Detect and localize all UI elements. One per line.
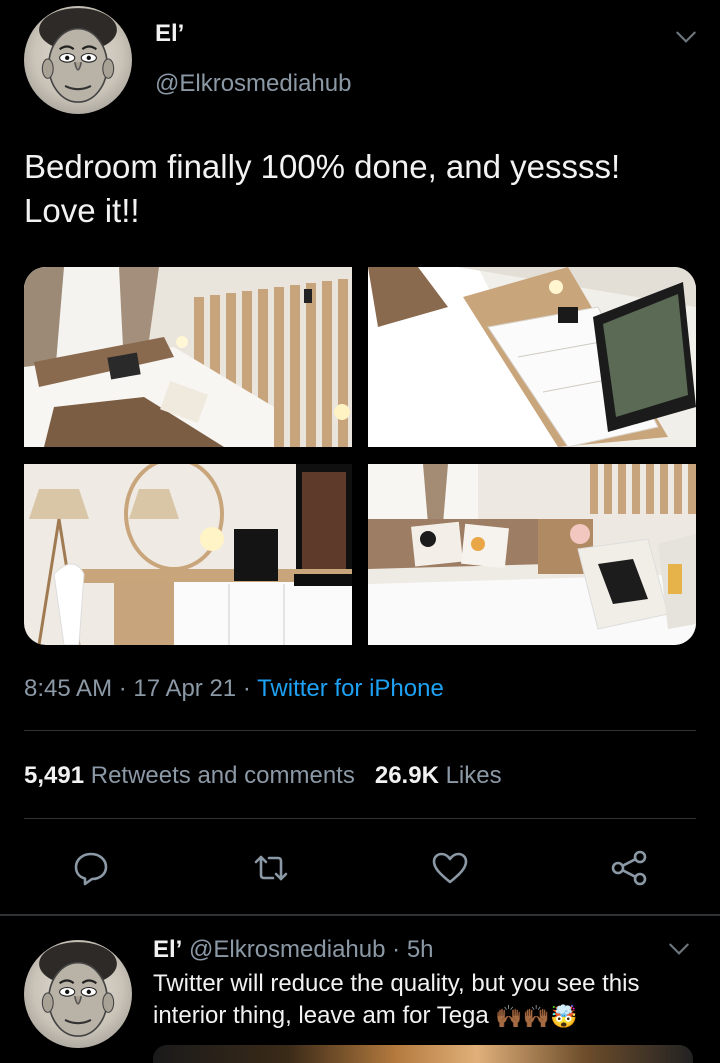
avatar-caricature-icon xyxy=(39,8,117,103)
likes-label: Likes xyxy=(445,762,502,789)
reply-age: 5h xyxy=(406,936,434,963)
heart-icon[interactable] xyxy=(430,848,470,888)
emoji-group: 🙌🏾🙌🏾🤯 xyxy=(495,1003,578,1029)
bedroom-photo-2[interactable] xyxy=(368,267,696,447)
share-icon[interactable] xyxy=(609,848,649,888)
main-tweet: El’ @Elkrosmediahub Bedroom finally 100%… xyxy=(0,0,720,915)
likes-stat[interactable]: 26.9K Likes xyxy=(375,762,502,789)
retweets-label: Retweets and comments xyxy=(90,762,355,789)
reply-text-line-content: interior thing, leave am for Tega xyxy=(153,1002,489,1029)
bedroom-photo-3[interactable] xyxy=(24,464,352,645)
retweet-icon[interactable] xyxy=(251,848,291,888)
bedroom-photo-1[interactable] xyxy=(24,267,352,447)
tweet-timestamp: 8:45 AM · 17 Apr 21 · Twitter for iPhone xyxy=(24,675,444,703)
bedroom-photo-4[interactable] xyxy=(368,464,696,645)
meta-separator: · xyxy=(118,675,127,702)
reply-header: El’ @Elkrosmediahub · 5h xyxy=(153,936,434,964)
reply-tweet[interactable]: El’ @Elkrosmediahub · 5h Twitter will re… xyxy=(0,916,720,1063)
tweet-text-line: Love it!! xyxy=(24,192,140,229)
display-name[interactable]: El’ xyxy=(155,20,184,48)
meta-separator: · xyxy=(392,936,401,963)
tweet-text-line: Bedroom finally 100% done, and yessss! xyxy=(24,148,621,185)
avatar-caricature-icon xyxy=(39,942,117,1037)
display-name[interactable]: El’ xyxy=(153,936,182,963)
user-handle[interactable]: @Elkrosmediahub xyxy=(155,70,351,98)
chevron-down-icon[interactable] xyxy=(666,936,692,962)
user-handle[interactable]: @Elkrosmediahub xyxy=(189,936,385,963)
tweet-time[interactable]: 8:45 AM xyxy=(24,675,112,702)
meta-separator: · xyxy=(242,675,251,702)
tweet-date[interactable]: 17 Apr 21 xyxy=(133,675,236,702)
tweet-text: Bedroom finally 100% done, and yessss! L… xyxy=(24,145,694,233)
chevron-down-icon[interactable] xyxy=(673,24,699,50)
reply-text: Twitter will reduce the quality, but you… xyxy=(153,968,693,1033)
divider xyxy=(24,818,696,819)
retweets-count: 5,491 xyxy=(24,762,85,789)
divider xyxy=(24,730,696,731)
media-grid xyxy=(24,267,696,645)
retweets-stat[interactable]: 5,491 Retweets and comments xyxy=(24,762,355,789)
likes-count: 26.9K xyxy=(374,762,439,789)
avatar[interactable] xyxy=(24,940,132,1048)
reply-text-line: interior thing, leave am for Tega 🙌🏾🙌🏾🤯 xyxy=(153,1000,693,1033)
tweet-stats: 5,491 Retweets and comments 26.9K Likes xyxy=(24,762,502,790)
tweet-source-link[interactable]: Twitter for iPhone xyxy=(257,675,444,702)
reply-icon[interactable] xyxy=(71,848,111,888)
reply-media-preview[interactable] xyxy=(153,1045,693,1063)
reply-text-line: Twitter will reduce the quality, but you… xyxy=(153,970,640,997)
avatar[interactable] xyxy=(24,6,132,114)
